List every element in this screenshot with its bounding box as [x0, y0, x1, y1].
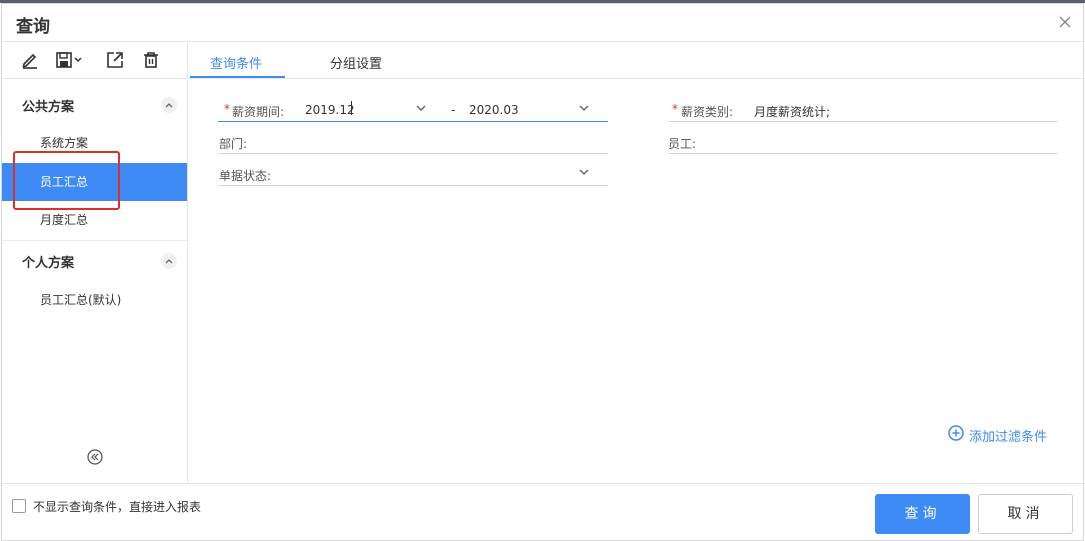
dialog-title: 查询 [16, 17, 50, 37]
active-tab-indicator [190, 76, 285, 78]
chevron-up-icon[interactable] [161, 97, 177, 113]
chevron-up-icon[interactable] [161, 253, 177, 269]
department-label: 部门: [219, 137, 248, 151]
personal-scheme-title: 个人方案 [22, 256, 75, 271]
required-mark: * [672, 102, 678, 116]
personal-scheme-header[interactable]: 个人方案 [2, 242, 187, 278]
scheme-toolbar [2, 42, 187, 79]
dialog-footer: 不显示查询条件，直接进入报表 查询 取消 [2, 483, 1085, 541]
add-filter-label: 添加过滤条件 [969, 430, 1048, 445]
skip-conditions-label: 不显示查询条件，直接进入报表 [33, 500, 202, 514]
delete-icon[interactable] [141, 50, 165, 72]
required-mark: * [224, 102, 230, 116]
public-scheme-header[interactable]: 公共方案 [2, 86, 187, 122]
period-separator: - [451, 103, 456, 117]
query-dialog: 查询 公共方案 系统方案 员工汇总 月度汇总 个人方案 员工汇总(默认) 查询条… [1, 3, 1085, 541]
group-divider [2, 240, 187, 241]
scheme-item-employee-summary-default[interactable]: 员工汇总(默认) [2, 281, 187, 319]
collapse-sidebar-icon[interactable] [87, 449, 103, 465]
cancel-button[interactable]: 取消 [978, 494, 1073, 534]
salary-period-field: * 薪资期间: 2019.12 - 2020.03 [218, 94, 608, 122]
tab-bar: 查询条件 分组设置 [188, 42, 1085, 79]
employee-field[interactable]: 员工: [668, 126, 1058, 154]
skip-conditions-checkbox[interactable] [12, 499, 26, 513]
chevron-down-icon[interactable] [415, 103, 427, 113]
tab-query-conditions[interactable]: 查询条件 [210, 53, 262, 72]
public-scheme-title: 公共方案 [22, 100, 75, 115]
chevron-down-icon[interactable] [578, 167, 590, 177]
main-panel: 查询条件 分组设置 * 薪资期间: 2019.12 - 2020.03 * 薪资… [188, 42, 1085, 483]
tab-group-settings[interactable]: 分组设置 [330, 53, 382, 72]
employee-label: 员工: [668, 137, 697, 151]
save-icon[interactable] [54, 50, 86, 72]
chevron-down-icon[interactable] [578, 103, 590, 113]
query-button[interactable]: 查询 [875, 494, 970, 534]
doc-status-field[interactable]: 单据状态: [218, 158, 608, 186]
salary-period-from[interactable]: 2019.12 [305, 103, 355, 117]
salary-category-field[interactable]: * 薪资类别: 月度薪资统计; [668, 94, 1058, 122]
text-cursor [351, 101, 352, 115]
plus-circle-icon [948, 425, 964, 441]
department-field[interactable]: 部门: [218, 126, 608, 154]
salary-period-label: 薪资期间: [232, 105, 285, 119]
dialog-titlebar: 查询 [2, 4, 1085, 42]
close-icon[interactable] [1055, 12, 1075, 32]
edit-icon[interactable] [20, 50, 44, 72]
salary-category-label: 薪资类别: [681, 105, 734, 119]
scheme-sidebar: 公共方案 系统方案 员工汇总 月度汇总 个人方案 员工汇总(默认) [2, 42, 188, 483]
highlight-annotation-box [13, 151, 120, 210]
salary-category-value[interactable]: 月度薪资统计; [754, 103, 830, 120]
export-icon[interactable] [105, 50, 129, 72]
doc-status-label: 单据状态: [219, 169, 272, 183]
salary-period-to[interactable]: 2020.03 [469, 103, 519, 117]
